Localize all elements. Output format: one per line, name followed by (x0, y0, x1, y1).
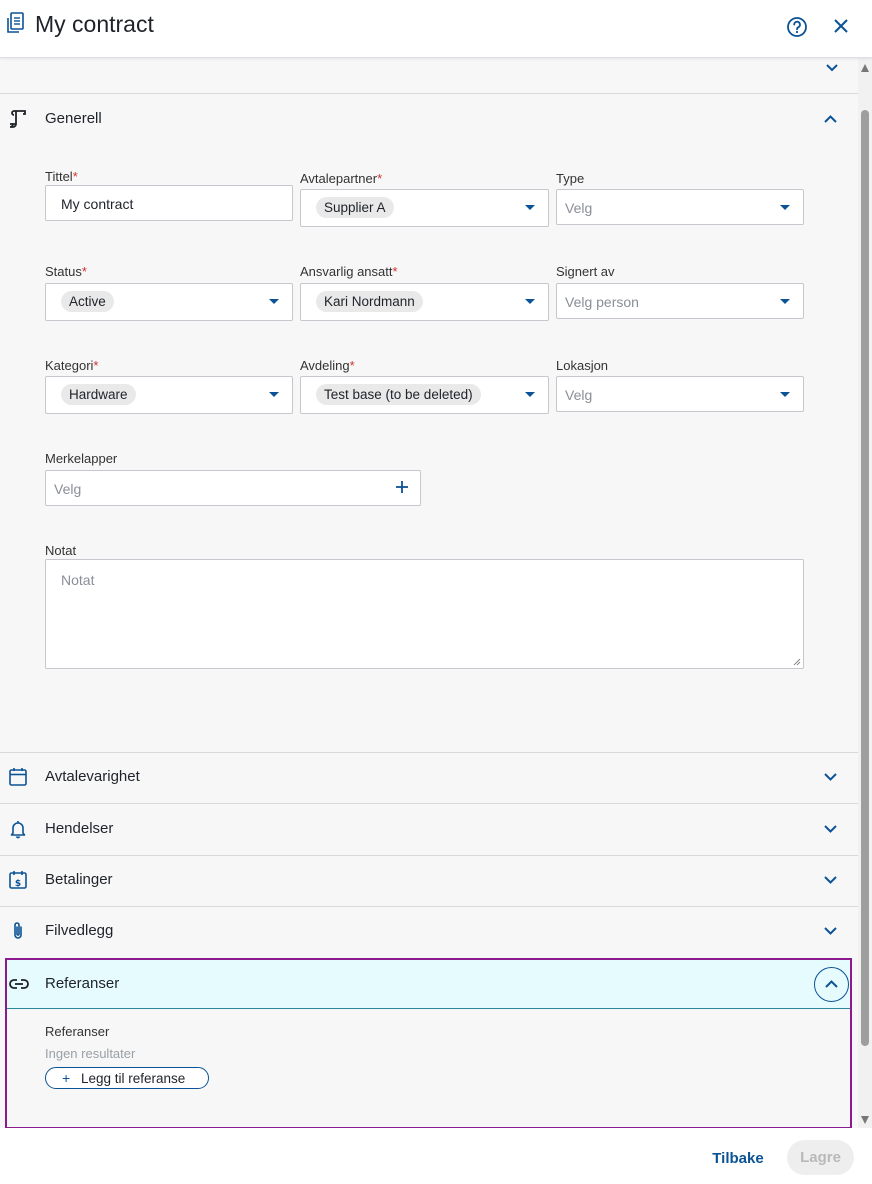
section-header-payments[interactable]: $ Betalinger (0, 855, 858, 906)
responsible-chip: Kari Nordmann (316, 291, 423, 312)
references-list-label: Referanser (45, 1024, 110, 1039)
section-label: Betalinger (45, 871, 113, 888)
page-title: My contract (35, 11, 154, 37)
tags-input[interactable]: Velg (45, 470, 421, 506)
chevron-down-icon (826, 64, 838, 72)
section-header-references[interactable]: Referanser (7, 960, 850, 1009)
document-icon (7, 12, 24, 33)
category-chip: Hardware (61, 384, 136, 405)
partner-label: Avtalepartner* (300, 171, 383, 186)
department-chip: Test base (to be deleted) (316, 384, 481, 405)
section-label: Filvedlegg (45, 922, 114, 939)
category-label: Kategori* (45, 358, 99, 373)
chevron-up-icon (824, 115, 837, 123)
dialog-footer: Tilbake Lagre (0, 1128, 872, 1184)
scroll-down-icon[interactable] (861, 1116, 869, 1124)
add-reference-label: Legg til referanse (81, 1071, 186, 1086)
caret-down-icon (525, 392, 535, 397)
section-label: Avtalevarighet (45, 768, 140, 785)
contract-scroll-icon (9, 110, 26, 128)
caret-down-icon (525, 205, 535, 210)
caret-down-icon (525, 299, 535, 304)
type-select[interactable]: Velg (556, 189, 804, 225)
caret-down-icon (780, 392, 790, 397)
chevron-down-icon (824, 773, 837, 781)
note-label: Notat (45, 543, 77, 558)
plus-icon[interactable] (395, 480, 409, 494)
resize-grip-icon[interactable] (793, 658, 801, 666)
save-button[interactable]: Lagre (787, 1140, 854, 1175)
section-label: Referanser (45, 975, 120, 992)
caret-down-icon (780, 205, 790, 210)
add-reference-button[interactable]: + Legg til referanse (45, 1067, 209, 1089)
help-icon[interactable] (786, 16, 808, 38)
back-button[interactable]: Tilbake (703, 1142, 773, 1174)
department-label: Avdeling* (300, 358, 355, 373)
bell-icon (10, 821, 26, 839)
category-select[interactable]: Hardware (45, 376, 293, 414)
responsible-label: Ansvarlig ansatt* (300, 264, 398, 279)
plus-icon: + (62, 1070, 71, 1086)
empty-state-text: Ingen resultater (45, 1046, 136, 1061)
calendar-icon (9, 768, 27, 786)
references-section: Referanser Referanser Ingen resultater +… (5, 958, 852, 1128)
payment-calendar-icon: $ (9, 871, 27, 889)
scroll-up-icon[interactable] (861, 64, 869, 72)
chevron-down-icon (824, 927, 837, 935)
department-select[interactable]: Test base (to be deleted) (300, 376, 549, 414)
title-label: Tittel* (45, 169, 78, 184)
collapsed-section-top[interactable] (0, 58, 858, 94)
status-chip: Active (61, 291, 114, 312)
partner-chip: Supplier A (316, 197, 394, 218)
scrollbar-thumb[interactable] (861, 110, 869, 1046)
status-label: Status* (45, 264, 87, 279)
caret-down-icon (269, 392, 279, 397)
tags-label: Merkelapper (45, 451, 118, 466)
section-header-general[interactable]: Generell (0, 94, 858, 145)
section-header-attachments[interactable]: Filvedlegg (0, 906, 858, 957)
section-header-duration[interactable]: Avtalevarighet (0, 752, 858, 803)
signed-by-select[interactable]: Velg person (556, 283, 804, 319)
close-icon[interactable] (832, 17, 850, 35)
location-label: Lokasjon (556, 358, 609, 373)
link-icon (9, 979, 29, 989)
form-scroll-area[interactable]: Generell Tittel* My contract Avtalepartn… (0, 58, 858, 1128)
signed-by-label: Signert av (556, 264, 615, 279)
chevron-down-icon (824, 876, 837, 884)
caret-down-icon (269, 299, 279, 304)
chevron-down-icon (824, 825, 837, 833)
title-input[interactable]: My contract (45, 185, 293, 221)
collapse-toggle-button[interactable] (814, 967, 849, 1002)
responsible-select[interactable]: Kari Nordmann (300, 283, 549, 321)
dialog-header: My contract (0, 0, 872, 58)
section-label: Generell (45, 110, 102, 127)
partner-select[interactable]: Supplier A (300, 189, 549, 227)
section-header-events[interactable]: Hendelser (0, 804, 858, 855)
paperclip-icon (14, 922, 22, 939)
caret-down-icon (780, 299, 790, 304)
svg-text:$: $ (15, 879, 21, 889)
note-textarea[interactable]: Notat (45, 559, 804, 669)
status-select[interactable]: Active (45, 283, 293, 321)
scrollbar[interactable] (858, 58, 872, 1128)
type-label: Type (556, 171, 585, 186)
section-label: Hendelser (45, 820, 114, 837)
chevron-up-icon (825, 980, 838, 988)
location-select[interactable]: Velg (556, 376, 804, 412)
